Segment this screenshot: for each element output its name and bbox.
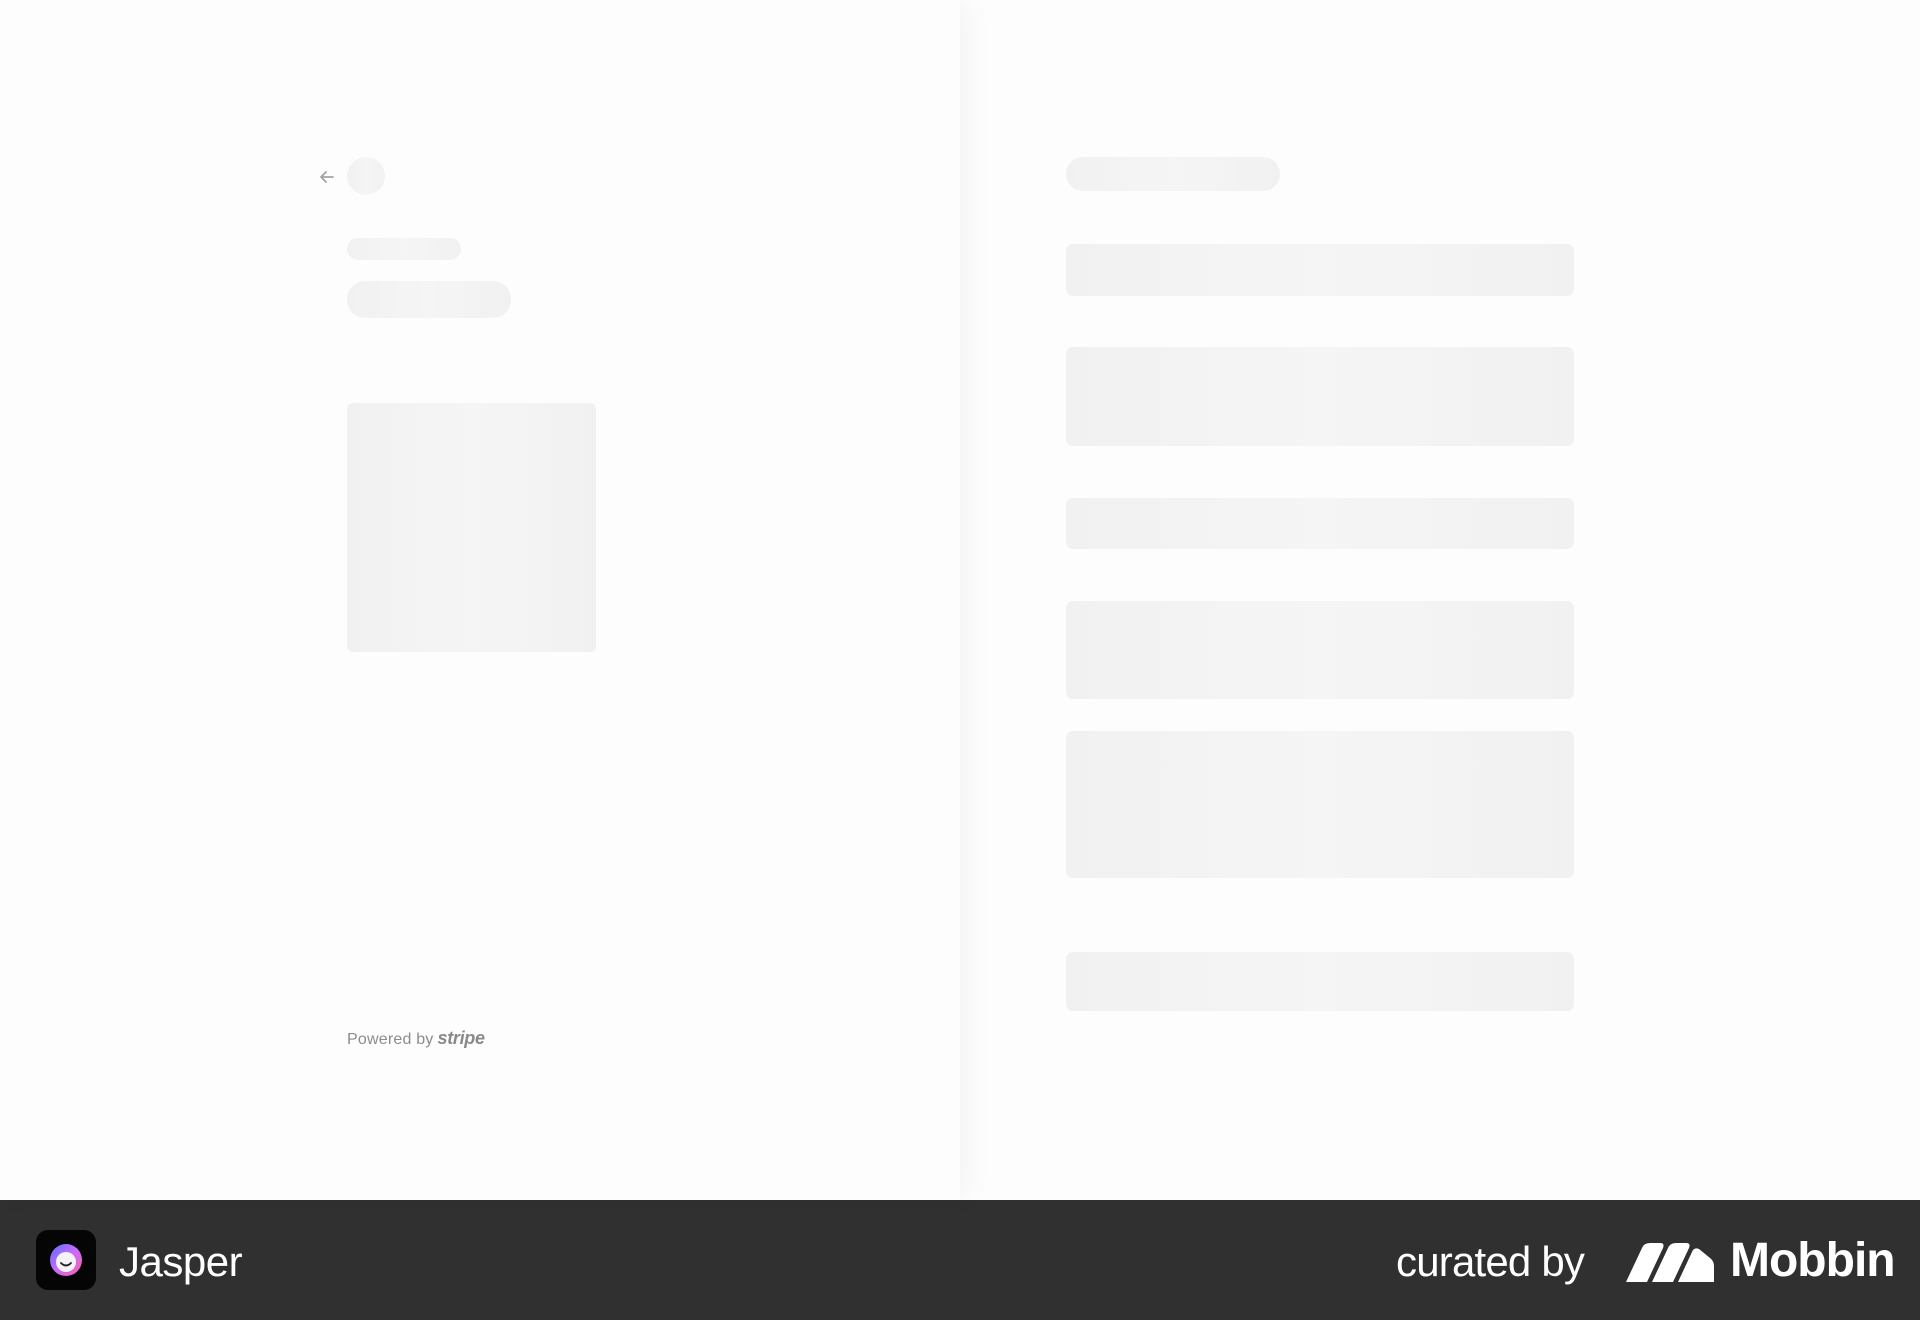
powered-by-stripe[interactable]: Powered by stripe: [347, 1028, 485, 1049]
payment-form-pane: [960, 0, 1920, 1200]
stripe-logo: stripe: [437, 1028, 486, 1048]
form-heading-skeleton: [1066, 157, 1280, 191]
footer-bar: Jasper curated by Mobbin: [0, 1200, 1920, 1320]
mobbin-brand-name: Mobbin: [1730, 1234, 1896, 1287]
app-name: Jasper: [119, 1238, 243, 1285]
powered-by-label: Powered by: [347, 1031, 434, 1048]
mobbin-logo-icon: [1626, 1243, 1714, 1282]
country-region-skeleton: [1066, 601, 1574, 699]
checkout-page: Powered by stripe: [0, 0, 1920, 1200]
cardholder-name-skeleton: [1066, 498, 1574, 549]
curated-by-label: curated by: [1396, 1238, 1585, 1285]
card-info-skeleton: [1066, 347, 1574, 446]
back-button[interactable]: [316, 166, 338, 188]
arrow-left-icon: [320, 171, 334, 183]
jasper-logo-icon: [36, 1230, 96, 1290]
merchant-logo-skeleton: [347, 157, 385, 195]
save-info-skeleton: [1066, 731, 1574, 878]
product-name-skeleton: [347, 238, 461, 260]
price-skeleton: [347, 281, 511, 318]
pay-button-skeleton: [1066, 952, 1574, 1011]
email-field-skeleton: [1066, 244, 1574, 296]
order-summary-pane: Powered by stripe: [0, 0, 960, 1200]
page: Powered by stripe Jasper curated by Mobb…: [0, 0, 1920, 1320]
product-image-skeleton: [347, 403, 596, 652]
